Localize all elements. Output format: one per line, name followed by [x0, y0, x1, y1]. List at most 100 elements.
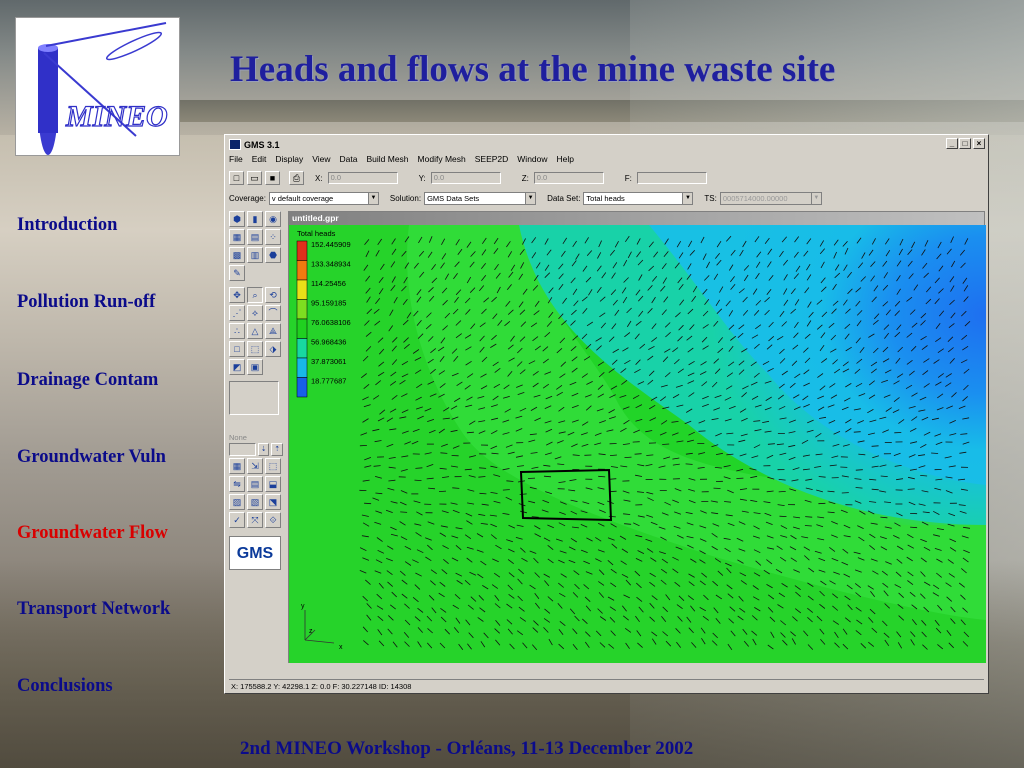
palette-field[interactable]	[229, 443, 256, 456]
select-node-icon[interactable]: ⋰	[229, 305, 245, 321]
print-icon[interactable]: ⎙	[289, 171, 304, 185]
tool-f-icon[interactable]: ⬓	[265, 476, 281, 492]
tool-g-icon[interactable]: ▨	[229, 494, 245, 510]
flow-arrow	[685, 463, 693, 465]
legend-value: 152.445909	[311, 240, 351, 249]
nav-item-conclusions[interactable]: Conclusions	[17, 676, 113, 697]
legend-swatch	[296, 279, 308, 300]
tool-e-icon[interactable]: ▤	[247, 476, 263, 492]
zoom-tool-icon[interactable]: ⌕	[247, 287, 263, 303]
gis-module-icon[interactable]: ⬣	[265, 247, 281, 263]
nav-item-groundwater-flow[interactable]: Groundwater Flow	[17, 523, 168, 544]
tool-h-icon[interactable]: ▧	[247, 494, 263, 510]
close-button[interactable]: ×	[973, 138, 985, 149]
flow-arrow	[855, 469, 863, 471]
axis-z-label: z	[309, 628, 313, 635]
ts-select[interactable]: 0005714000.00000 ▼	[719, 191, 822, 205]
create-triangle2-icon[interactable]: ⟁	[265, 323, 281, 339]
svg-text:MINEO: MINEO	[65, 100, 168, 133]
sort-up-icon[interactable]: ⇡	[271, 443, 283, 456]
nav-item-transport-network[interactable]: Transport Network	[17, 599, 170, 620]
create-triangle-icon[interactable]: △	[247, 323, 263, 339]
nav-item-drainage-contam[interactable]: Drainage Contam	[17, 370, 158, 391]
merge-icon[interactable]: ⬗	[265, 341, 281, 357]
tool-b-icon[interactable]: ⇲	[247, 458, 263, 474]
tool-l-icon[interactable]: ⟐	[265, 512, 281, 528]
legend-swatch	[296, 377, 308, 398]
menu-display[interactable]: Display	[275, 154, 303, 167]
tool-d-icon[interactable]: ⇋	[229, 476, 245, 492]
save-icon[interactable]: ■	[265, 171, 280, 185]
legend-swatch	[296, 240, 308, 261]
menu-data[interactable]: Data	[340, 154, 358, 167]
window-titlebar[interactable]: GMS 3.1 _ □ ×	[227, 137, 986, 152]
menu-modify-mesh[interactable]: Modify Mesh	[418, 154, 466, 167]
y-field[interactable]: 0.0	[430, 172, 501, 184]
maximize-button[interactable]: □	[959, 138, 971, 149]
region-icon[interactable]: ▣	[247, 359, 263, 375]
flow-arrow	[624, 456, 632, 458]
ts-value: 0005714000.00000	[722, 193, 788, 203]
dataset-select[interactable]: Total heads ▼	[583, 191, 694, 205]
create-node-icon[interactable]: ∴	[229, 323, 245, 339]
nav-item-pollution-run-off[interactable]: Pollution Run-off	[17, 292, 155, 313]
rotate-tool-icon[interactable]: ⟲	[265, 287, 281, 303]
sketch-module-icon[interactable]: ✎	[229, 265, 245, 281]
grid-module-icon[interactable]: ▦	[229, 229, 245, 245]
tool-c-icon[interactable]: ⬚	[265, 458, 281, 474]
flow-arrow	[502, 489, 510, 491]
dataset-value: Total heads	[586, 193, 625, 203]
menu-help[interactable]: Help	[557, 154, 574, 167]
borehole-module-icon[interactable]: ▮	[247, 211, 263, 227]
x-field[interactable]: 0.0	[327, 172, 398, 184]
flow-arrow	[907, 488, 915, 490]
flow-arrow	[871, 445, 879, 447]
options-bar: Coverage: v default coverage ▼ Solution: …	[229, 191, 822, 205]
menu-build-mesh[interactable]: Build Mesh	[366, 154, 408, 167]
z-field[interactable]: 0.0	[533, 172, 604, 184]
flow-arrow	[364, 502, 372, 505]
f-field[interactable]	[636, 172, 707, 184]
legend-value: 114.25456	[311, 279, 346, 288]
nav-item-groundwater-vuln[interactable]: Groundwater Vuln	[17, 447, 166, 468]
solution-value: GMS Data Sets	[427, 193, 480, 203]
open-folder-icon[interactable]: ▭	[247, 171, 262, 185]
flow-arrow	[400, 511, 408, 513]
mesh-module-icon[interactable]: ⬢	[229, 211, 245, 227]
legend-swatch	[296, 338, 308, 359]
document-title[interactable]: untitled.gpr	[289, 212, 984, 225]
main-toolbar: □ ▭ ■ ⎙ X: 0.0 Y: 0.0 Z: 0.0 F:	[229, 170, 707, 186]
tin-module-icon[interactable]: ◉	[265, 211, 281, 227]
select-arc-icon[interactable]: ⌒	[265, 305, 281, 321]
cad-module-icon[interactable]: ▥	[247, 247, 263, 263]
pan-tool-icon[interactable]: ✥	[229, 287, 245, 303]
grid2-module-icon[interactable]: ▤	[247, 229, 263, 245]
z-label: Z:	[521, 173, 529, 183]
contour-icon[interactable]: ◩	[229, 359, 245, 375]
menu-edit[interactable]: Edit	[252, 154, 267, 167]
minimize-button[interactable]: _	[946, 138, 958, 149]
sort-down-icon[interactable]: ⇣	[257, 443, 270, 456]
menu-seep2d[interactable]: SEEP2D	[475, 154, 509, 167]
flow-arrow	[804, 525, 812, 527]
select-element-icon[interactable]: ⟡	[247, 305, 263, 321]
solution-select[interactable]: GMS Data Sets ▼	[424, 191, 537, 205]
coverage-select[interactable]: v default coverage ▼	[268, 191, 379, 205]
head-zone-peak	[619, 225, 986, 525]
menu-window[interactable]: Window	[517, 154, 547, 167]
flow-plot[interactable]: Total heads 152.445909 133.348934 114.2545…	[289, 225, 986, 663]
menu-file[interactable]: File	[229, 154, 243, 167]
select-quad-icon[interactable]: ⬚	[247, 341, 263, 357]
new-file-icon[interactable]: □	[229, 171, 244, 185]
flow-arrow	[634, 453, 642, 455]
tool-j-icon[interactable]: ✓	[229, 512, 245, 528]
menu-view[interactable]: View	[312, 154, 330, 167]
tool-k-icon[interactable]: ⤧	[247, 512, 263, 528]
create-quad-icon[interactable]: □	[229, 341, 245, 357]
scatter-module-icon[interactable]: ⁘	[265, 229, 281, 245]
tool-a-icon[interactable]: ▦	[229, 458, 245, 474]
map-module-icon[interactable]: ▩	[229, 247, 245, 263]
dataset-label: Data Set:	[547, 193, 581, 203]
tool-i-icon[interactable]: ⬔	[265, 494, 281, 510]
nav-item-introduction[interactable]: Introduction	[17, 215, 117, 236]
